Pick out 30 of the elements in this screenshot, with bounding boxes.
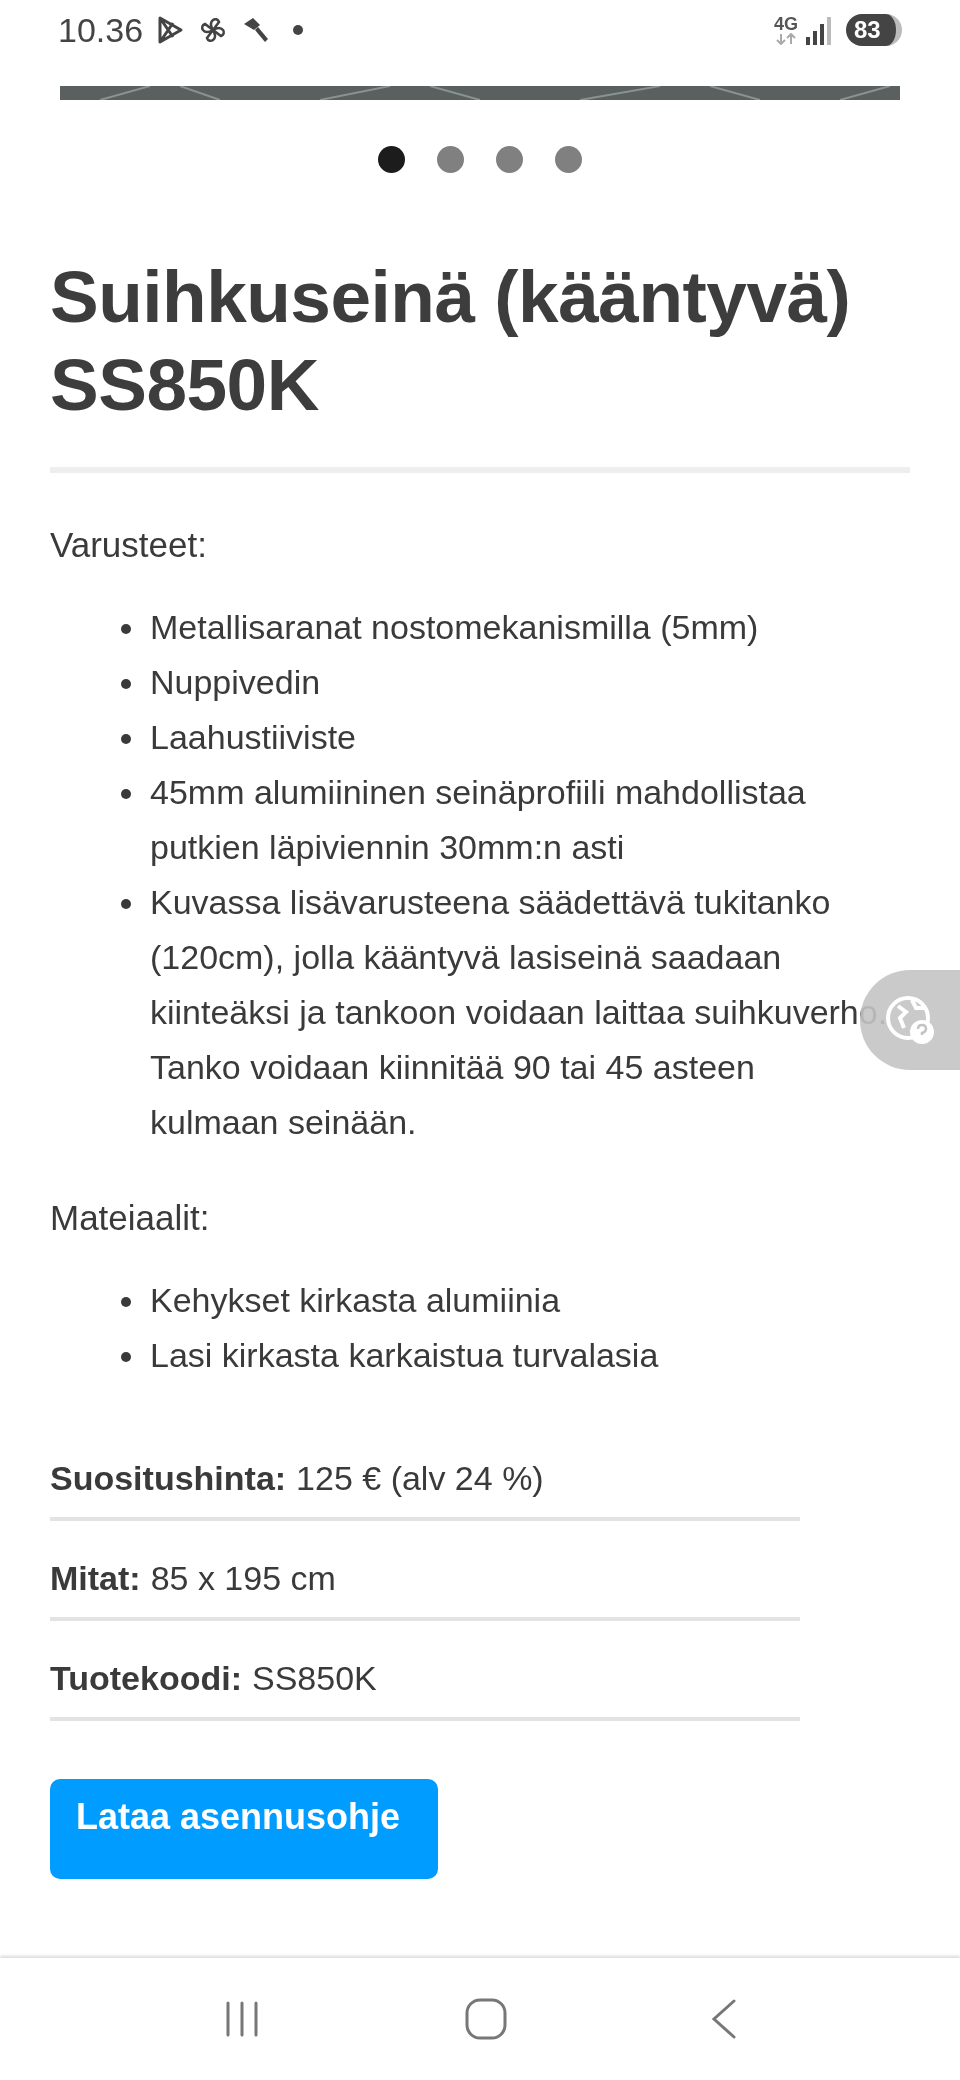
list-item: Laahustiiviste <box>150 717 356 758</box>
spec-label: Tuotekoodi: <box>50 1657 242 1699</box>
download-button[interactable]: Lataa asennusohje <box>50 1779 438 1879</box>
spec-label: Mitat: <box>50 1557 141 1599</box>
data-arrows-icon <box>775 33 797 45</box>
list-item: Kuvassa lisävarusteena säädettävä tukitanko (120cm), jolla kääntyvä lasiseinä saadaan kiinteäksi ja tankoon voidaan laittaa suihkuverho. Tanko voidaan kiinnitää 90 tai 45 asteen kulmaan seinään. <box>150 882 889 1143</box>
spec-value: 125 € (alv 24 %) <box>296 1457 544 1499</box>
network-type: 4G <box>774 15 798 33</box>
list-item: Nuppivedin <box>150 662 321 703</box>
section-heading: Mateiaalit: <box>50 1197 211 1239</box>
spec-value: 85 x 195 cm <box>150 1557 336 1599</box>
status-time: 10.36 <box>58 13 144 47</box>
list-item: Lasi kirkasta karkaistua turvalasia <box>150 1335 659 1376</box>
spec-value: SS850K <box>252 1657 377 1699</box>
battery-indicator: 83 <box>846 14 902 46</box>
bullet-icon <box>121 899 131 909</box>
bullet-icon <box>121 1352 131 1362</box>
bullet-icon <box>121 734 131 744</box>
product-title: Suihkuseinä (kääntyvä) SS850K <box>50 255 852 427</box>
list-item: Metallisaranat nostomekanismilla (5mm) <box>150 607 759 648</box>
signal-icon <box>806 15 832 45</box>
section-heading: Varusteet: <box>50 524 208 566</box>
bullet-icon <box>121 1297 131 1307</box>
bullet-icon <box>121 679 131 689</box>
bullet-icon <box>121 789 131 799</box>
spec-label: Suositushinta: <box>50 1457 287 1499</box>
home-icon[interactable] <box>465 1998 507 2040</box>
bullet-icon <box>121 624 131 634</box>
list-item: Kehykset kirkasta alumiinia <box>150 1280 561 1321</box>
list-item: 45mm alumiininen seinäprofiili mahdollistaa putkien läpiviennin 30mm:n asti <box>150 772 807 868</box>
